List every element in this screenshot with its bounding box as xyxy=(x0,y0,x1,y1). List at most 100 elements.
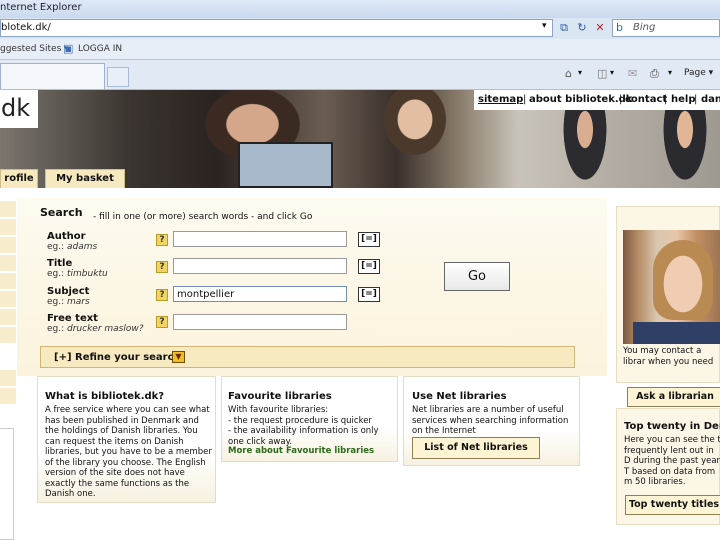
refine-search-bar[interactable]: [+] Refine your search ▼ xyxy=(40,346,575,368)
left-menu-item[interactable] xyxy=(0,327,16,344)
ask-librarian-box: You may contact a librar when you need p… xyxy=(616,206,720,407)
librarian-clothes xyxy=(633,322,720,344)
home-icon[interactable]: ⌂ xyxy=(565,67,572,80)
favorite-login-link[interactable]: LOGGA IN xyxy=(78,44,122,54)
browser-title-bar: nternet Explorer xyxy=(0,0,720,18)
tab-my-basket[interactable]: My basket xyxy=(45,169,125,188)
left-menu xyxy=(0,188,17,540)
stop-icon[interactable]: ✕ xyxy=(592,20,608,36)
page-icon: ▣ xyxy=(63,42,74,55)
left-menu-item[interactable] xyxy=(0,291,16,308)
ask-text: You may contact a librar when you need p… xyxy=(623,346,714,367)
subject-help-icon[interactable]: ? xyxy=(156,289,168,301)
chevron-down-icon[interactable]: ▾ xyxy=(610,68,614,77)
separator: | xyxy=(523,94,527,105)
title-exact-button[interactable]: [=] xyxy=(358,259,380,274)
chevron-down-icon[interactable]: ▾ xyxy=(668,68,672,77)
left-panel xyxy=(0,428,14,540)
author-exact-button[interactable]: [=] xyxy=(358,232,380,247)
refresh-icon[interactable]: ↻ xyxy=(574,20,590,36)
author-example: eg.: adams xyxy=(47,242,98,252)
danish-link[interactable]: dan xyxy=(701,94,720,105)
site-logo[interactable]: dk xyxy=(0,90,38,128)
bing-icon: b xyxy=(616,21,623,34)
subject-field[interactable]: montpellier xyxy=(173,286,347,302)
feeds-icon[interactable]: ◫ xyxy=(597,67,607,80)
free-text-help-icon[interactable]: ? xyxy=(156,316,168,328)
expand-arrow-icon[interactable]: ▼ xyxy=(172,351,185,363)
separator: | xyxy=(664,94,668,105)
help-link[interactable]: help xyxy=(671,94,696,105)
top-twenty-title: Top twenty in Den xyxy=(624,421,720,432)
browser-tab[interactable] xyxy=(0,63,105,89)
left-menu-item[interactable] xyxy=(0,370,16,387)
print-icon[interactable]: ⎙ xyxy=(650,67,659,81)
title-field[interactable] xyxy=(173,258,347,274)
address-text: blotek.dk/ xyxy=(1,22,51,33)
address-row: blotek.dk/ ▾ ⧉ ↻ ✕ b Bing xyxy=(0,18,720,39)
chevron-down-icon[interactable]: ▾ xyxy=(542,21,547,31)
suggested-sites-link[interactable]: ggested Sites ▾ xyxy=(0,44,69,54)
box-text: With favourite libraries: - the request … xyxy=(228,405,379,447)
box-text: Net libraries are a number of useful ser… xyxy=(412,405,569,436)
box-title: Use Net libraries xyxy=(412,391,507,402)
sitemap-link[interactable]: sitemap xyxy=(478,94,523,105)
new-tab-button[interactable] xyxy=(107,67,129,87)
tab-profile[interactable]: rofile xyxy=(0,169,38,188)
author-field[interactable] xyxy=(173,231,347,247)
librarian-photo xyxy=(623,230,720,344)
free-text-label: Free text xyxy=(47,313,98,324)
author-help-icon[interactable]: ? xyxy=(156,234,168,246)
favorites-bar: ggested Sites ▾ ▣ LOGGA IN xyxy=(0,39,720,60)
compatibility-icon[interactable]: ⧉ xyxy=(556,20,572,36)
favourite-libraries-link[interactable]: More about Favourite libraries xyxy=(228,446,374,456)
title-label: Title xyxy=(47,258,73,269)
left-menu-item[interactable] xyxy=(0,255,16,272)
contact-link[interactable]: contact xyxy=(625,94,667,105)
box-text: A free service where you can see what ha… xyxy=(45,405,212,499)
header-photo-person xyxy=(660,110,710,188)
left-menu-item[interactable] xyxy=(0,273,16,290)
left-menu-item[interactable] xyxy=(0,219,16,236)
separator: | xyxy=(619,94,623,105)
title-help-icon[interactable]: ? xyxy=(156,261,168,273)
subject-label: Subject xyxy=(47,286,90,297)
search-hint: - fill in one (or more) search words - a… xyxy=(93,212,313,222)
author-label: Author xyxy=(47,231,86,242)
info-box-favourite-libraries: Favourite libraries With favourite libra… xyxy=(221,376,398,462)
header-photo-person xyxy=(560,110,610,188)
librarian-face xyxy=(653,240,713,320)
title-example: eg.: timbuktu xyxy=(47,269,108,279)
browser-title: nternet Explorer xyxy=(0,2,82,13)
left-menu-item[interactable] xyxy=(0,201,16,218)
box-title: What is bibliotek.dk? xyxy=(45,391,165,402)
header-photo-screen xyxy=(238,142,333,188)
logo-text: dk xyxy=(1,94,31,122)
search-placeholder: Bing xyxy=(633,22,656,33)
page-menu[interactable]: Page ▾ xyxy=(684,68,713,78)
tab-row: ⌂ ▾ ◫ ▾ ✉ ⎙ ▾ Page ▾ xyxy=(0,60,720,90)
ask-librarian-button[interactable]: Ask a librarian xyxy=(627,387,720,407)
free-text-example: eg.: drucker maslow? xyxy=(47,324,144,334)
info-box-net-libraries: Use Net libraries Net libraries are a nu… xyxy=(403,376,580,466)
address-bar[interactable]: blotek.dk/ ▾ xyxy=(0,19,553,37)
subject-exact-button[interactable]: [=] xyxy=(358,287,380,302)
separator: | xyxy=(694,94,698,105)
go-button[interactable]: Go xyxy=(444,262,510,291)
chevron-down-icon[interactable]: ▾ xyxy=(578,68,582,77)
left-menu-item[interactable] xyxy=(0,388,16,405)
top-links: sitemap | about bibliotek.dk | contact |… xyxy=(474,90,720,110)
refine-search-label: [+] Refine your search xyxy=(54,352,181,363)
top-twenty-text: Here you can see the t frequently lent o… xyxy=(624,435,720,487)
net-libraries-button[interactable]: List of Net libraries xyxy=(412,437,540,459)
free-text-field[interactable] xyxy=(173,314,347,330)
top-twenty-box: Top twenty in Den Here you can see the t… xyxy=(616,408,720,525)
mail-icon[interactable]: ✉ xyxy=(628,67,637,80)
box-title: Favourite libraries xyxy=(228,391,332,402)
left-menu-item[interactable] xyxy=(0,309,16,326)
left-menu-item[interactable] xyxy=(0,237,16,254)
top-twenty-button[interactable]: Top twenty titles xyxy=(625,495,720,515)
right-column: You may contact a librar when you need p… xyxy=(612,188,720,540)
about-link[interactable]: about bibliotek.dk xyxy=(529,94,632,105)
search-input[interactable]: b Bing xyxy=(612,19,720,37)
